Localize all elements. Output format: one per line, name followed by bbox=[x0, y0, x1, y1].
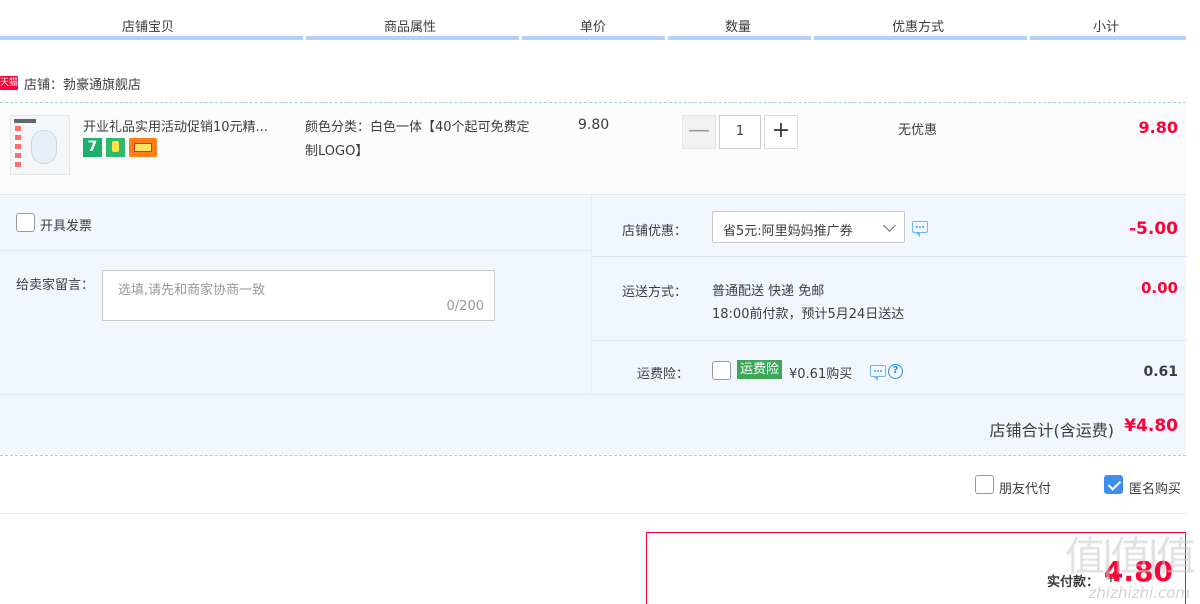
cart-header: 店铺宝贝 商品属性 单价 数量 优惠方式 小计 bbox=[0, 0, 1186, 40]
product-attributes: 颜色分类：白色一体【40个起可免费定制LOGO】 bbox=[305, 120, 530, 159]
anonymous-checkbox[interactable] bbox=[1104, 475, 1123, 494]
header-bar bbox=[522, 36, 665, 40]
unit-price: 9.80 bbox=[578, 117, 610, 133]
seven-day-return-icon[interactable]: 7 bbox=[83, 138, 102, 157]
quantity-input[interactable]: 1 bbox=[719, 115, 761, 149]
invoice-checkbox[interactable] bbox=[16, 213, 35, 232]
quantity-increase-button[interactable]: + bbox=[764, 115, 798, 149]
thumbnail-strip bbox=[15, 126, 21, 168]
row-divider bbox=[592, 340, 1187, 341]
product-thumbnail[interactable] bbox=[10, 115, 70, 175]
friend-pay-label[interactable]: 朋友代付 bbox=[999, 478, 1051, 497]
invoice-label[interactable]: 开具发票 bbox=[40, 215, 92, 234]
fan-image bbox=[31, 130, 57, 164]
col-quantity: 数量 bbox=[725, 20, 752, 35]
col-subtotal: 小计 bbox=[1093, 20, 1120, 35]
shop-total-label: 店铺合计(含运费) bbox=[989, 421, 1115, 440]
panel-bottom-divider bbox=[0, 455, 1186, 456]
insurance-price: ¥0.61购买 bbox=[789, 367, 853, 382]
coupon-selected-value: 省5元:阿里妈妈推广券 bbox=[723, 224, 853, 239]
insurance-label: 运费险： bbox=[637, 367, 690, 382]
watermark-url: zhizhizhi.com bbox=[1088, 584, 1190, 602]
service-badges: 7 bbox=[83, 138, 157, 157]
help-question-icon[interactable]: ? bbox=[888, 364, 903, 379]
tmall-badge-icon: 天猫 bbox=[0, 76, 19, 90]
seller-memo-textarea[interactable]: 选填,请先和商家协商一致 0/200 bbox=[102, 270, 495, 321]
message-bubble-icon[interactable] bbox=[912, 221, 928, 237]
row-divider bbox=[0, 250, 591, 251]
payment-options-row: 朋友代付 匿名购买 bbox=[0, 475, 1186, 497]
col-attributes: 商品属性 bbox=[384, 20, 437, 35]
credit-card-icon[interactable] bbox=[129, 138, 157, 157]
memo-label: 给卖家留言： bbox=[16, 278, 95, 293]
shop-line: 天猫 店铺：勃豪通旗舰店 bbox=[0, 74, 141, 93]
insurance-amount: 0.61 bbox=[1143, 364, 1178, 380]
shop-name-link[interactable]: 店铺：勃豪通旗舰店 bbox=[24, 74, 141, 93]
header-bar bbox=[306, 36, 519, 40]
insurance-checkbox[interactable] bbox=[712, 361, 731, 380]
anonymous-label[interactable]: 匿名购买 bbox=[1129, 478, 1181, 497]
quantity-stepper: — 1 + bbox=[682, 115, 798, 149]
shipping-amount: 0.00 bbox=[1140, 279, 1178, 297]
shipping-eta: 18:00前付款，预计5月24日送达 bbox=[712, 307, 905, 322]
header-bar bbox=[0, 36, 303, 40]
discount-method: 无优惠 bbox=[898, 123, 938, 138]
quantity-decrease-button[interactable]: — bbox=[682, 115, 716, 149]
header-bar bbox=[1030, 36, 1186, 40]
shipping-method: 普通配送 快递 免邮 bbox=[712, 284, 825, 299]
insurance-tag: 运费险 bbox=[737, 360, 783, 379]
col-shop-item: 店铺宝贝 bbox=[122, 20, 175, 35]
friend-pay-checkbox[interactable] bbox=[975, 475, 994, 494]
divider bbox=[0, 513, 1186, 514]
product-title-link[interactable]: 开业礼品实用活动促销10元精... bbox=[83, 116, 268, 135]
col-discount: 优惠方式 bbox=[892, 20, 945, 35]
thumbnail-tag bbox=[14, 119, 36, 123]
row-divider bbox=[592, 256, 1187, 257]
coupon-amount: -5.00 bbox=[1129, 219, 1178, 239]
order-options-panel: 开具发票 给卖家留言： 选填,请先和商家协商一致 0/200 店铺优惠： 省5元… bbox=[0, 194, 1187, 454]
message-bubble-icon[interactable] bbox=[870, 365, 886, 381]
row-divider bbox=[0, 394, 1186, 395]
item-subtotal: 9.80 bbox=[1138, 118, 1178, 137]
header-bar bbox=[668, 36, 811, 40]
memo-char-count: 0/200 bbox=[446, 299, 484, 314]
left-options: 开具发票 给卖家留言： 选填,请先和商家协商一致 0/200 bbox=[0, 195, 591, 395]
coupon-label: 店铺优惠： bbox=[622, 224, 688, 239]
col-unit-price: 单价 bbox=[580, 20, 607, 35]
plug-service-icon[interactable] bbox=[106, 138, 125, 157]
memo-placeholder: 选填,请先和商家协商一致 bbox=[118, 283, 266, 298]
shipping-label: 运送方式： bbox=[622, 285, 688, 300]
right-options: 店铺优惠： 省5元:阿里妈妈推广券 -5.00 运送方式： 普通配送 快递 免邮… bbox=[591, 195, 1187, 395]
coupon-select[interactable]: 省5元:阿里妈妈推广券 bbox=[712, 211, 905, 243]
chevron-down-icon bbox=[883, 219, 896, 232]
shop-total-value: ¥4.80 bbox=[1124, 416, 1178, 436]
watermark-logo: 值|值|值 bbox=[1065, 534, 1196, 580]
header-bar bbox=[814, 36, 1027, 40]
